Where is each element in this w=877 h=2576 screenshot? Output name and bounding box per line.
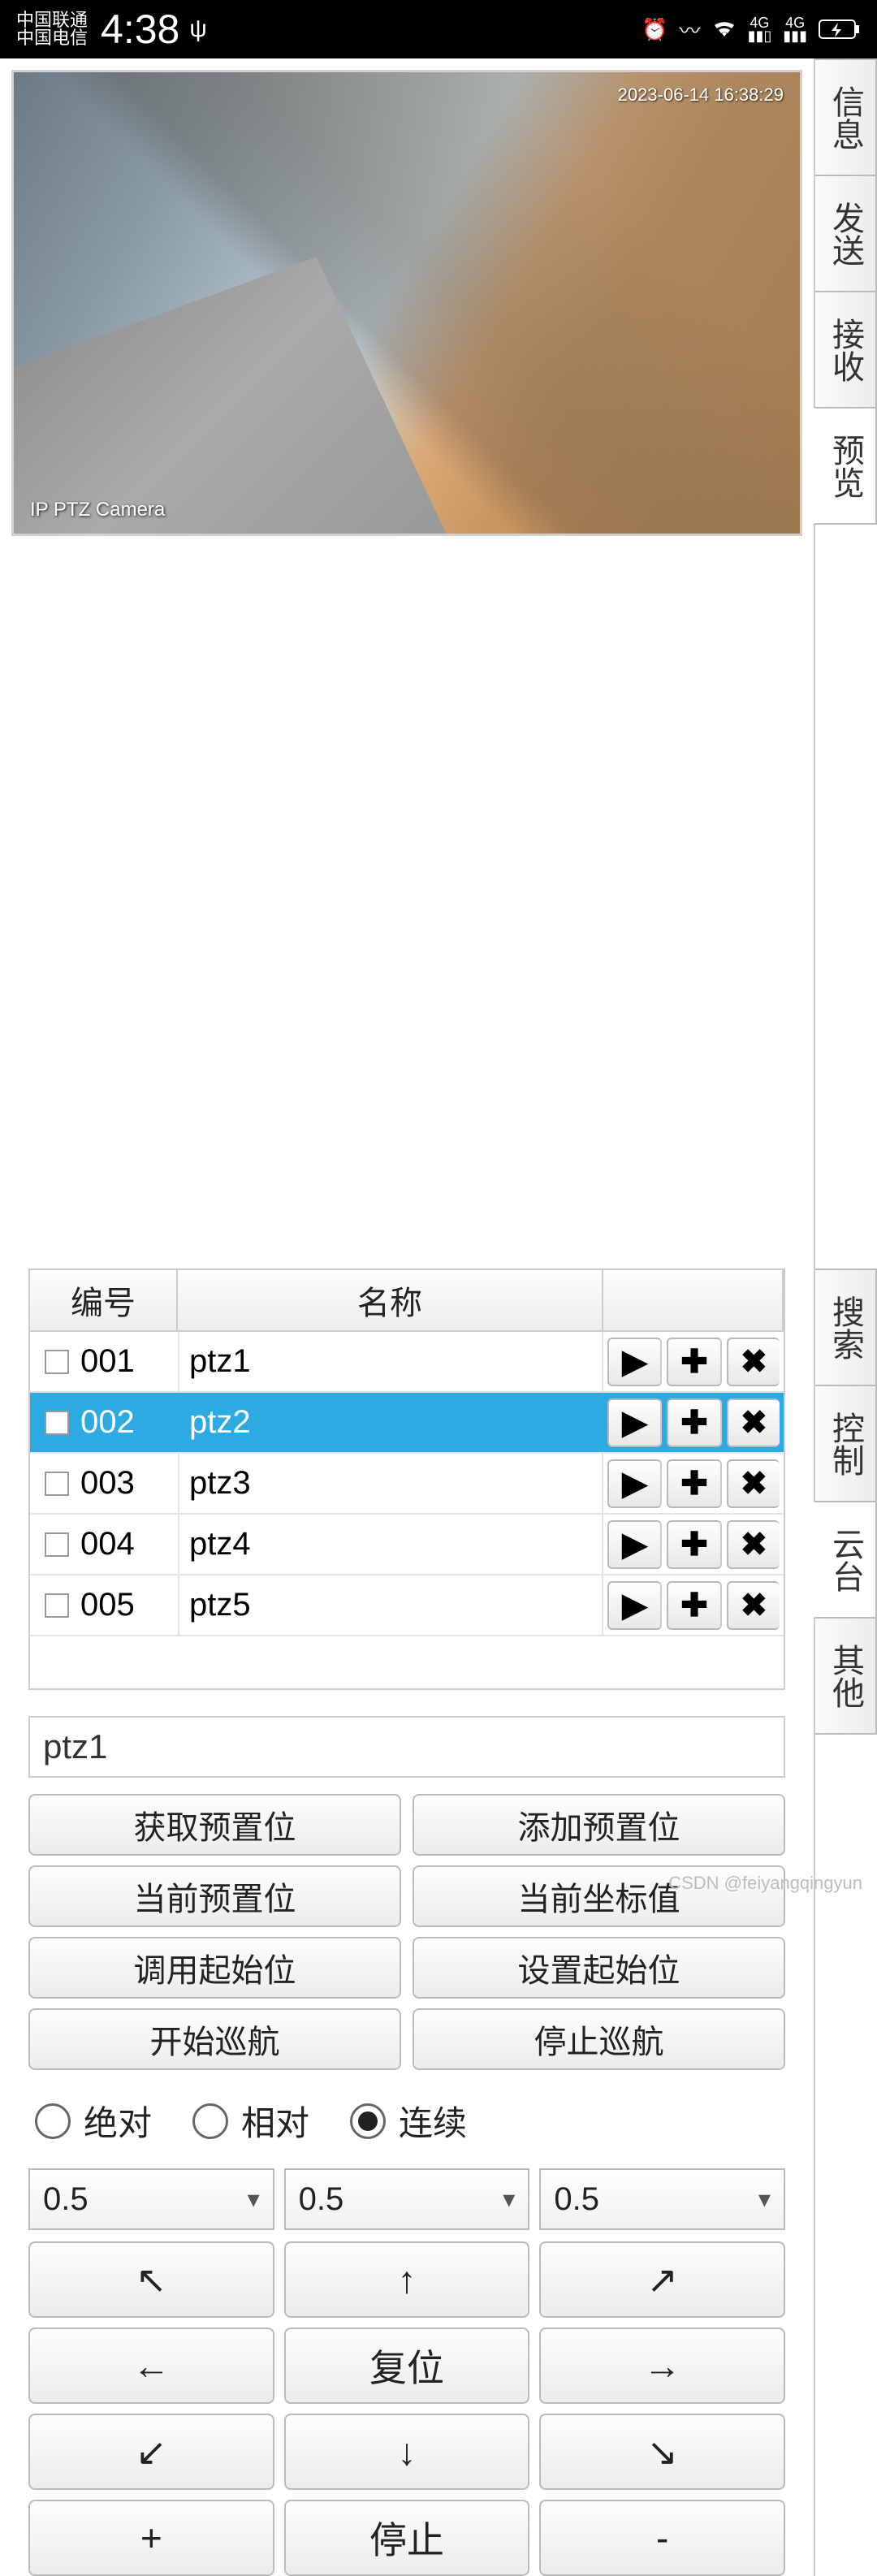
radio-continuous[interactable]: 连续 bbox=[350, 2096, 467, 2146]
checkbox[interactable] bbox=[45, 1593, 69, 1618]
stop-button[interactable]: 停止 bbox=[284, 2500, 530, 2576]
play-icon[interactable]: ▶ bbox=[607, 1338, 662, 1386]
close-icon[interactable]: ✖ bbox=[727, 1459, 780, 1508]
play-icon[interactable]: ▶ bbox=[607, 1459, 662, 1508]
plus-icon[interactable]: ✚ bbox=[667, 1520, 721, 1569]
signal-4g-2-icon: 4G▮▮▮ bbox=[783, 16, 807, 42]
table-row[interactable]: 002 ptz2 ▶✚✖ bbox=[30, 1393, 784, 1454]
checkbox[interactable] bbox=[45, 1472, 69, 1496]
carrier-1: 中国联通 bbox=[16, 11, 88, 29]
preset-name-input[interactable] bbox=[28, 1716, 785, 1778]
checkbox[interactable] bbox=[45, 1411, 69, 1435]
tab-ptz[interactable]: 云台 bbox=[813, 1501, 877, 1619]
tab-preview[interactable]: 预览 bbox=[813, 407, 877, 525]
start-cruise-button[interactable]: 开始巡航 bbox=[28, 2008, 401, 2070]
alarm-icon: ⏰ bbox=[642, 17, 667, 42]
speed-x-select[interactable]: 0.5 bbox=[28, 2168, 274, 2230]
carrier-2: 中国电信 bbox=[16, 29, 88, 47]
signal-4g-1-icon: 4G▮▮▯ bbox=[748, 16, 772, 42]
set-home-button[interactable]: 设置起始位 bbox=[413, 1937, 785, 1999]
play-icon[interactable]: ▶ bbox=[607, 1398, 662, 1447]
dir-downleft-button[interactable]: ↙ bbox=[28, 2414, 274, 2490]
add-preset-button[interactable]: 添加预置位 bbox=[413, 1794, 785, 1856]
tabs-top: 信息 发送 接收 预览 bbox=[814, 58, 877, 1269]
plus-icon[interactable]: ✚ bbox=[667, 1338, 721, 1386]
table-blank bbox=[30, 1636, 784, 1688]
header-id[interactable]: 编号 bbox=[30, 1270, 178, 1330]
zoom-out-button[interactable]: - bbox=[539, 2500, 785, 2576]
plus-icon[interactable]: ✚ bbox=[667, 1581, 721, 1630]
tabs-bottom: 搜索 控制 云台 其他 bbox=[814, 1269, 877, 2576]
radio-absolute[interactable]: 绝对 bbox=[35, 2096, 152, 2146]
tab-receive[interactable]: 接收 bbox=[815, 291, 877, 408]
usb-icon: ψ bbox=[189, 15, 206, 43]
dir-down-button[interactable]: ↓ bbox=[284, 2414, 530, 2490]
dir-up-button[interactable]: ↑ bbox=[284, 2241, 530, 2318]
close-icon[interactable]: ✖ bbox=[727, 1581, 780, 1630]
current-preset-button[interactable]: 当前预置位 bbox=[28, 1865, 401, 1927]
preset-table: 编号 名称 001 ptz1 ▶✚✖ 002 ptz2 ▶✚✖ 003 ptz3… bbox=[28, 1269, 785, 1690]
wifi-icon bbox=[712, 19, 737, 39]
video-label: IP PTZ Camera bbox=[30, 499, 165, 521]
zoom-in-button[interactable]: + bbox=[28, 2500, 274, 2576]
close-icon[interactable]: ✖ bbox=[727, 1520, 780, 1569]
dir-right-button[interactable]: → bbox=[539, 2327, 785, 2404]
vibrate-icon: 〰 bbox=[680, 15, 701, 45]
close-icon[interactable]: ✖ bbox=[727, 1398, 780, 1447]
table-row[interactable]: 005 ptz5 ▶✚✖ bbox=[30, 1575, 784, 1636]
video-preview[interactable]: 2023-06-14 16:38:29 IP PTZ Camera bbox=[11, 70, 802, 536]
radio-relative[interactable]: 相对 bbox=[192, 2096, 309, 2146]
dir-upright-button[interactable]: ↗ bbox=[539, 2241, 785, 2318]
close-icon[interactable]: ✖ bbox=[727, 1338, 780, 1386]
status-bar: 中国联通 中国电信 4:38 ψ ⏰ 〰 4G▮▮▯ 4G▮▮▮ bbox=[0, 0, 877, 58]
table-row[interactable]: 003 ptz3 ▶✚✖ bbox=[30, 1454, 784, 1515]
speed-y-select[interactable]: 0.5 bbox=[284, 2168, 530, 2230]
plus-icon[interactable]: ✚ bbox=[667, 1398, 721, 1447]
play-icon[interactable]: ▶ bbox=[607, 1581, 662, 1630]
tab-info[interactable]: 信息 bbox=[815, 58, 877, 176]
play-icon[interactable]: ▶ bbox=[607, 1520, 662, 1569]
tab-control[interactable]: 控制 bbox=[815, 1385, 877, 1502]
plus-icon[interactable]: ✚ bbox=[667, 1459, 721, 1508]
dir-left-button[interactable]: ← bbox=[28, 2327, 274, 2404]
get-preset-button[interactable]: 获取预置位 bbox=[28, 1794, 401, 1856]
video-timestamp: 2023-06-14 16:38:29 bbox=[618, 84, 784, 106]
tab-send[interactable]: 发送 bbox=[815, 175, 877, 292]
table-row[interactable]: 004 ptz4 ▶✚✖ bbox=[30, 1515, 784, 1575]
dir-upleft-button[interactable]: ↖ bbox=[28, 2241, 274, 2318]
call-home-button[interactable]: 调用起始位 bbox=[28, 1937, 401, 1999]
header-name[interactable]: 名称 bbox=[178, 1270, 603, 1330]
tab-other[interactable]: 其他 bbox=[815, 1617, 877, 1735]
checkbox[interactable] bbox=[45, 1532, 69, 1557]
stop-cruise-button[interactable]: 停止巡航 bbox=[413, 2008, 785, 2070]
speed-z-select[interactable]: 0.5 bbox=[539, 2168, 785, 2230]
reset-button[interactable]: 复位 bbox=[284, 2327, 530, 2404]
checkbox[interactable] bbox=[45, 1350, 69, 1374]
table-row[interactable]: 001 ptz1 ▶✚✖ bbox=[30, 1332, 784, 1393]
watermark: CSDN @feiyangqingyun bbox=[668, 1873, 862, 1894]
dir-downright-button[interactable]: ↘ bbox=[539, 2414, 785, 2490]
tab-search[interactable]: 搜索 bbox=[815, 1269, 877, 1386]
status-time: 4:38 bbox=[101, 6, 179, 53]
battery-icon bbox=[819, 18, 861, 41]
